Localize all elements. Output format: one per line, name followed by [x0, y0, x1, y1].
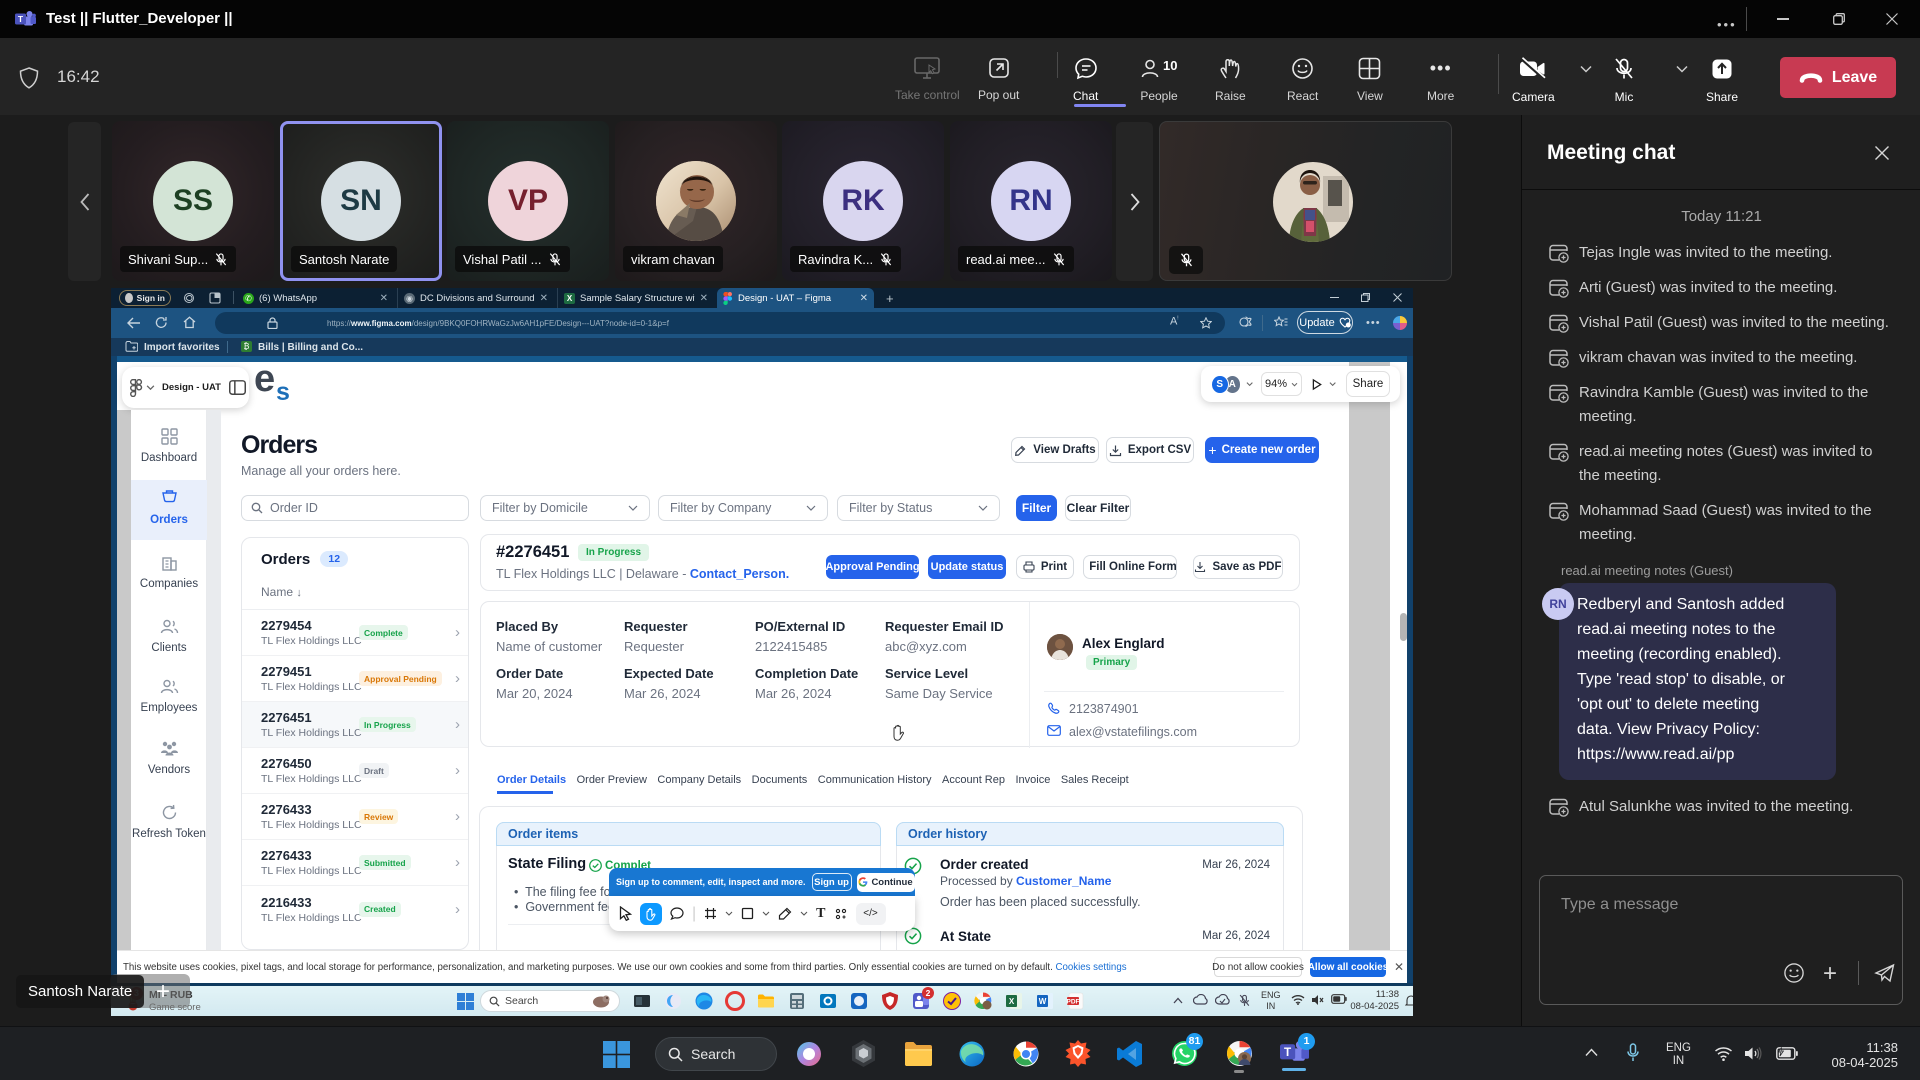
svg-text:PDF: PDF	[1067, 998, 1080, 1005]
svg-text:T: T	[1284, 1046, 1292, 1059]
svg-text:T: T	[18, 14, 24, 24]
svg-text:X: X	[1009, 997, 1015, 1006]
svg-text:W: W	[1039, 997, 1047, 1006]
svg-text:10: 10	[1163, 58, 1177, 73]
